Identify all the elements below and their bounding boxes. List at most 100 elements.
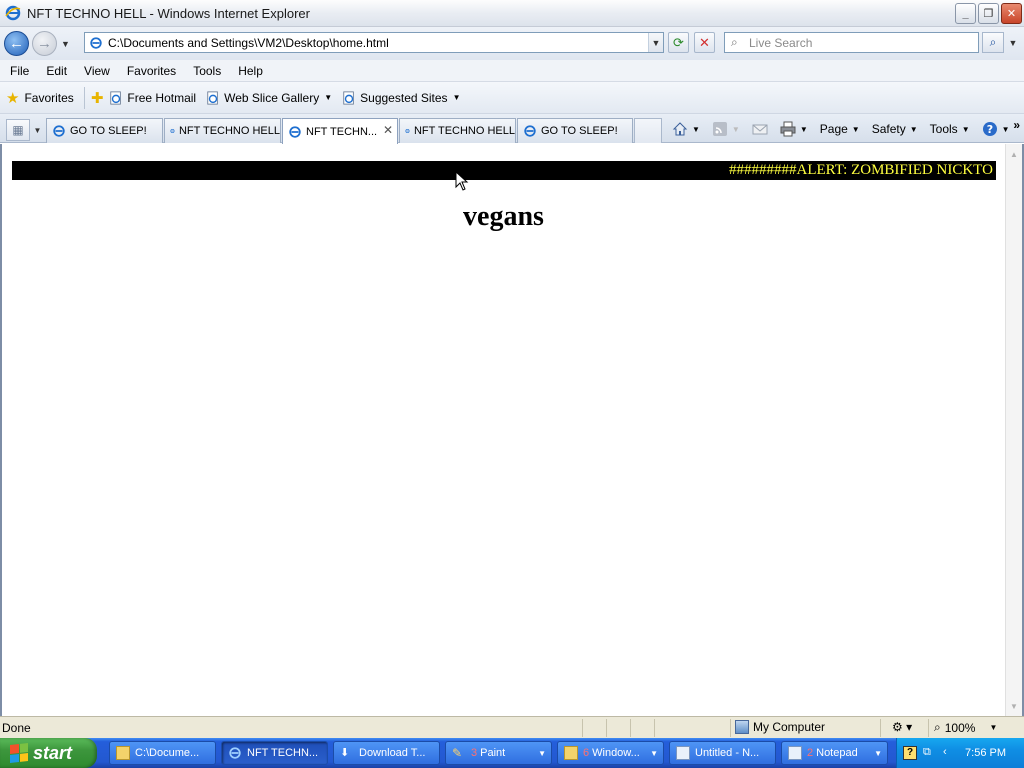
quick-tabs-button[interactable]: ▦ (6, 119, 30, 141)
home-icon (672, 122, 688, 136)
refresh-button[interactable]: ⟳ (668, 32, 689, 53)
collapse-tray-icon[interactable]: ‹ (943, 746, 957, 760)
scroll-up-icon[interactable]: ▲ (1006, 146, 1022, 162)
back-button[interactable]: ← (4, 31, 29, 56)
status-divider (654, 719, 655, 737)
address-input[interactable]: C:\Documents and Settings\VM2\Desktop\ho… (84, 32, 664, 53)
restore-button[interactable]: ❐ (978, 3, 999, 24)
taskbar-item-windows-explorer[interactable]: 6 Window... ▼ (557, 741, 664, 765)
tab-label: NFT TECHNO HELL (178, 125, 280, 137)
start-button[interactable]: start (0, 738, 97, 768)
tab-nft-techno-hell-2[interactable]: NFT TECHNO HELL (399, 118, 516, 143)
taskbar-item-explorer-folder[interactable]: C:\Docume... (109, 741, 216, 765)
taskbar-item-label: Untitled - N... (695, 747, 760, 759)
chevron-down-icon: ▼ (874, 748, 882, 758)
menu-tools[interactable]: Tools (186, 64, 228, 78)
stop-button[interactable]: ✕ (694, 32, 715, 53)
help-icon: ? (982, 122, 997, 136)
forward-button[interactable]: → (32, 31, 57, 56)
security-zone[interactable]: My Computer (735, 720, 825, 734)
fav-link-suggested-sites[interactable]: Suggested Sites ▼ (342, 91, 460, 105)
folder-icon (564, 746, 578, 760)
address-url[interactable]: C:\Documents and Settings\VM2\Desktop\ho… (108, 36, 648, 50)
refresh-icon: ⟳ (673, 34, 684, 50)
start-label: start (33, 742, 73, 763)
menu-help[interactable]: Help (231, 64, 270, 78)
quick-tabs-grid-icon: ▦ (12, 123, 24, 137)
favorites-star-icon: ★ (6, 89, 20, 107)
history-dropdown-icon[interactable]: ▼ (61, 39, 73, 49)
read-mail-button[interactable] (752, 121, 768, 137)
security-zone-label: My Computer (753, 720, 826, 734)
ie-logo-icon (524, 125, 536, 137)
search-options-dropdown-icon[interactable]: ▼ (1006, 32, 1020, 53)
menu-view[interactable]: View (77, 64, 117, 78)
fav-link-web-slice-gallery[interactable]: Web Slice Gallery ▼ (206, 91, 332, 105)
feeds-button[interactable]: ▼ (712, 121, 740, 137)
status-divider (630, 719, 631, 737)
ie-logo-icon (405, 128, 410, 134)
search-input[interactable]: ⌕ Live Search (724, 32, 979, 53)
close-button[interactable]: ✕ (1001, 3, 1022, 24)
help-tray-icon[interactable]: ? (903, 746, 917, 760)
scroll-down-icon[interactable]: ▼ (1006, 698, 1022, 714)
chevron-down-icon: ▼ (909, 124, 918, 134)
help-button[interactable]: ? ▼ (982, 121, 1010, 137)
taskbar-clock[interactable]: 7:56 PM (965, 747, 1006, 759)
taskbar-item-label: Paint (480, 747, 506, 759)
vertical-scrollbar[interactable]: ▲ ▼ (1005, 144, 1022, 716)
download-icon: ⬇ (340, 747, 350, 759)
system-tray: ? ⧉ ‹ 7:56 PM (896, 738, 1024, 768)
zoom-control[interactable]: ⌕ 100% ▼ (934, 720, 997, 735)
tab-go-to-sleep-2[interactable]: GO TO SLEEP! (517, 118, 633, 143)
page-menu-button[interactable]: Page ▼ (820, 122, 860, 136)
tab-bar: ▦ ▼ GO TO SLEEP! NFT TECHNO HELL NFT TEC… (0, 114, 1024, 144)
more-commands-chevron-icon[interactable]: » (1013, 118, 1020, 132)
chevron-down-icon: ▼ (324, 93, 333, 102)
print-button[interactable]: ▼ (780, 121, 808, 137)
notepad-icon (788, 746, 802, 760)
group-count: 2 (807, 747, 814, 759)
home-button[interactable]: ▼ (672, 121, 700, 137)
fav-link-free-hotmail[interactable]: Free Hotmail (109, 91, 196, 105)
tab-go-to-sleep-1[interactable]: GO TO SLEEP! (46, 118, 163, 143)
ie-page-icon (110, 90, 122, 105)
new-tab-button[interactable] (634, 118, 662, 143)
address-dropdown-icon[interactable]: ▼ (648, 33, 663, 52)
zoom-level: 100% (944, 720, 976, 735)
taskbar-item-untitled-notepad[interactable]: Untitled - N... (669, 741, 776, 765)
favorites-button[interactable]: ★ Favorites (6, 89, 74, 107)
tab-list-dropdown-icon[interactable]: ▼ (31, 119, 44, 141)
search-placeholder: Live Search (749, 35, 813, 50)
tools-menu-button[interactable]: Tools ▼ (930, 122, 970, 136)
add-to-favorites-bar-icon[interactable]: ✚ (91, 89, 104, 107)
menu-file[interactable]: File (3, 64, 36, 78)
taskbar-item-paint[interactable]: ✎ 3 Paint ▼ (445, 741, 552, 765)
tab-close-icon[interactable]: ✕ (383, 123, 393, 137)
ie-page-icon (343, 90, 354, 105)
chevron-down-icon: ▼ (961, 124, 970, 134)
taskbar-item-download[interactable]: ⬇ Download T... (333, 741, 440, 765)
menu-favorites[interactable]: Favorites (120, 64, 183, 78)
tab-label: NFT TECHNO HELL (413, 125, 515, 137)
protected-mode-icon[interactable]: ⚙ ▾ (892, 720, 912, 734)
tab-nft-techno-hell-active[interactable]: NFT TECHN... ✕ (282, 118, 398, 144)
page-menu-label: Page (819, 122, 848, 136)
menu-edit[interactable]: Edit (39, 64, 74, 78)
status-text: Done (2, 720, 31, 735)
network-tray-icon[interactable]: ⧉ (923, 746, 937, 760)
page-heading: vegans (463, 201, 544, 232)
taskbar-item-notepad-group[interactable]: 2 Notepad ▼ (781, 741, 888, 765)
tab-nft-techno-hell-1[interactable]: NFT TECHNO HELL (164, 118, 281, 143)
svg-text:?: ? (986, 123, 992, 136)
command-bar: ▼ ▼ ▼ Page ▼ Safety ▼ Tools ▼ ? ▼ (672, 118, 1022, 140)
minimize-button[interactable]: _ (955, 3, 976, 24)
live-search-icon: ⌕ (731, 35, 738, 49)
taskbar-item-ie[interactable]: NFT TECHN... (221, 741, 328, 765)
window-title: NFT TECHNO HELL - Windows Internet Explo… (27, 5, 310, 21)
zoom-magnifier-icon: ⌕ (934, 720, 941, 734)
tab-label: NFT TECHN... (306, 125, 378, 138)
status-divider (606, 719, 607, 737)
search-button[interactable]: ⌕ (982, 32, 1004, 53)
safety-menu-button[interactable]: Safety ▼ (872, 122, 918, 136)
